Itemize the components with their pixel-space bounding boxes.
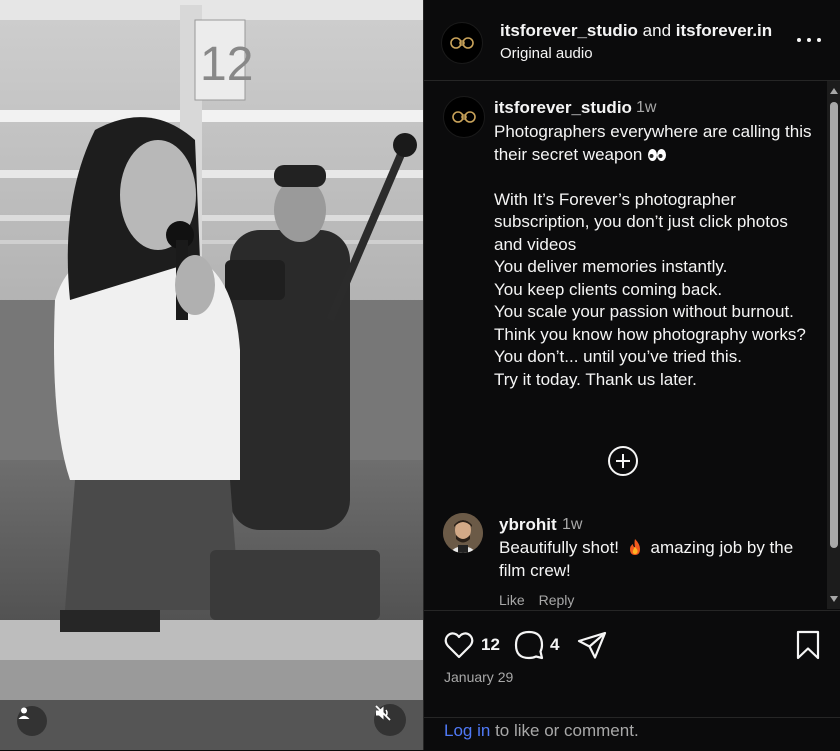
caption-line: Try it today. Thank us later. <box>494 369 697 389</box>
caption-line: You scale your passion without burnout. <box>494 302 794 321</box>
login-prompt: Log in to like or comment. <box>444 721 639 741</box>
caption-line: You don’t... until you’ve tried this. <box>494 347 742 366</box>
scroll-up-arrow-icon[interactable] <box>830 88 838 94</box>
caption-username[interactable]: itsforever_studio <box>494 98 632 118</box>
caption-line: You deliver memories instantly. <box>494 257 728 276</box>
divider <box>424 717 840 718</box>
comment-text: Beautifully shot! amazing job by the fil… <box>499 537 809 582</box>
comment-timestamp[interactable]: 1w <box>562 516 582 534</box>
like-button[interactable] <box>444 631 474 664</box>
save-button[interactable] <box>795 630 821 665</box>
caption-line: With It’s Forever’s photographer subscri… <box>494 189 788 254</box>
user-icon <box>18 707 30 719</box>
scroll-down-arrow-icon[interactable] <box>830 596 838 602</box>
scroll-thumb[interactable] <box>830 102 838 548</box>
commenter-username[interactable]: ybrohit <box>499 515 557 535</box>
heart-icon <box>444 632 474 659</box>
comments-scroll-area[interactable]: itsforever_studio 1w Photographers every… <box>424 81 840 609</box>
login-prompt-text: to like or comment. <box>495 721 639 740</box>
load-more-comments-icon[interactable] <box>608 446 638 476</box>
share-button[interactable] <box>577 630 607 665</box>
commenter-photo <box>443 513 483 553</box>
caption-line: You keep clients coming back. <box>494 279 723 299</box>
caption-line: Think you know how photography works? <box>494 324 806 344</box>
post-header: itsforever_studio and itsforever.in Orig… <box>424 0 840 81</box>
post-details-panel: itsforever_studio and itsforever.in Orig… <box>423 0 840 750</box>
more-options-icon[interactable] <box>797 34 821 46</box>
comment-like-button[interactable]: Like <box>499 592 525 608</box>
fire-emoji-icon <box>629 539 640 555</box>
author-link-secondary[interactable]: itsforever.in <box>676 21 772 40</box>
caption-timestamp[interactable]: 1w <box>636 99 656 117</box>
caption-text: Photographers everywhere are calling thi… <box>494 121 814 391</box>
paper-plane-icon <box>577 631 607 659</box>
tagged-users-button[interactable] <box>17 706 47 736</box>
eyes-emoji-icon <box>648 148 667 161</box>
mute-button[interactable] <box>374 704 406 736</box>
author-link-primary[interactable]: itsforever_studio <box>500 21 638 40</box>
comment-bubble-icon <box>514 630 544 660</box>
like-count[interactable]: 12 <box>481 635 500 655</box>
author-conjunction: and <box>642 21 672 40</box>
author-avatar[interactable] <box>441 22 483 64</box>
video-frame-image: 12 <box>0 0 423 750</box>
comment-button[interactable] <box>514 630 544 665</box>
comment-text-start: Beautifully shot! <box>499 538 620 557</box>
audio-link[interactable]: Original audio <box>500 45 593 62</box>
post-date[interactable]: January 29 <box>444 669 513 685</box>
post-actions: 12 4 January 29 Log in to like or commen… <box>424 610 840 751</box>
svg-text:12: 12 <box>200 38 253 91</box>
comment-actions: Like Reply <box>499 592 584 608</box>
bookmark-icon <box>796 630 820 660</box>
brand-logo-icon <box>450 37 474 49</box>
caption-avatar[interactable] <box>443 96 485 138</box>
commenter-avatar[interactable] <box>443 513 483 553</box>
comment-count[interactable]: 4 <box>550 635 559 655</box>
post-video[interactable]: 12 <box>0 0 423 750</box>
post-authors: itsforever_studio and itsforever.in <box>500 21 772 41</box>
brand-logo-icon <box>452 111 476 123</box>
comments-scrollbar[interactable] <box>827 81 840 609</box>
speaker-muted-icon <box>375 705 391 721</box>
login-link[interactable]: Log in <box>444 721 490 740</box>
comment-reply-button[interactable]: Reply <box>539 592 575 608</box>
